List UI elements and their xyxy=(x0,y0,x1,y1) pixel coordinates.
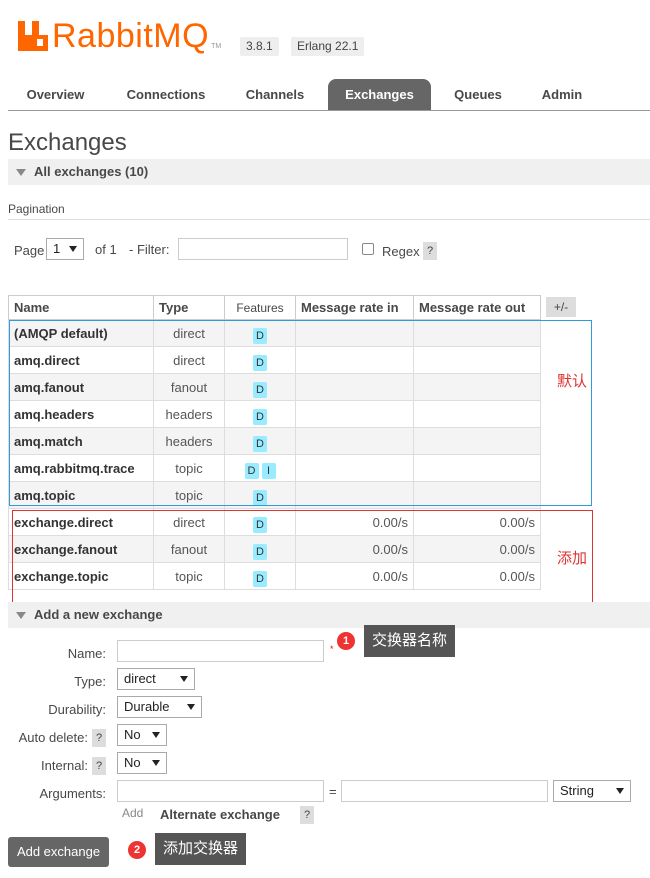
auto-delete-select-value: No xyxy=(124,727,141,742)
tab-connections[interactable]: Connections xyxy=(111,79,221,110)
durability-select[interactable]: Durable xyxy=(117,696,202,718)
alternate-exchange-link[interactable]: Alternate exchange xyxy=(160,807,280,822)
page-label: Page xyxy=(14,243,45,258)
add-argument-link[interactable]: Add xyxy=(122,806,143,820)
tab-exchanges[interactable]: Exchanges xyxy=(328,79,431,110)
regex-label: Regex xyxy=(382,244,420,259)
columns-toggle-button[interactable]: +/- xyxy=(546,297,576,317)
caret-down-icon xyxy=(180,676,188,682)
auto-delete-help-button[interactable]: ? xyxy=(92,729,106,747)
page-select-value: 1 xyxy=(53,241,61,256)
erlang-version-badge: Erlang 22.1 xyxy=(291,37,365,56)
all-exchanges-label: All exchanges (10) xyxy=(34,164,149,179)
internal-help-button[interactable]: ? xyxy=(92,757,106,775)
auto-delete-label: Auto delete: xyxy=(18,730,88,745)
collapse-triangle-icon xyxy=(16,612,26,619)
divider xyxy=(8,219,650,220)
argument-type-select[interactable]: String xyxy=(553,780,631,802)
main-nav: Overview Connections Channels Exchanges … xyxy=(8,79,650,111)
argument-equals: = xyxy=(329,784,337,799)
add-exchange-toggle[interactable]: Add a new exchange xyxy=(8,602,650,628)
caret-down-icon xyxy=(69,246,77,252)
trademark: TM xyxy=(211,43,222,50)
alternate-exchange-help-button[interactable]: ? xyxy=(300,806,314,824)
logo-text: RabbitMQ xyxy=(52,17,210,55)
step-badge-1: 1 xyxy=(337,632,355,650)
add-callout: 添加交换器 xyxy=(155,833,247,865)
durability-label: Durability: xyxy=(48,702,106,717)
version-badge: 3.8.1 xyxy=(240,37,279,56)
regex-checkbox[interactable] xyxy=(362,243,374,255)
page-of-label: of 1 xyxy=(95,242,117,257)
rabbitmq-logo[interactable]: RabbitMQ TM xyxy=(18,18,221,54)
pagination-heading: Pagination xyxy=(8,202,65,216)
col-rate-out[interactable]: Message rate out xyxy=(413,295,541,320)
type-select[interactable]: direct xyxy=(117,668,195,690)
internal-select-value: No xyxy=(124,755,141,770)
exchange-name-input[interactable] xyxy=(117,640,324,662)
filter-input[interactable] xyxy=(178,238,348,260)
col-rate-in[interactable]: Message rate in xyxy=(295,295,414,320)
col-name[interactable]: Name xyxy=(8,295,154,320)
collapse-triangle-icon xyxy=(16,169,26,176)
all-exchanges-toggle[interactable]: All exchanges (10) xyxy=(8,159,650,185)
col-type[interactable]: Type xyxy=(153,295,225,320)
type-select-value: direct xyxy=(124,671,156,686)
tab-admin[interactable]: Admin xyxy=(526,79,598,110)
added-exchanges-highlight xyxy=(12,510,593,605)
rabbit-icon xyxy=(18,21,48,51)
durability-select-value: Durable xyxy=(124,699,170,714)
page-select[interactable]: 1 xyxy=(46,238,84,260)
internal-label: Internal: xyxy=(41,758,88,773)
caret-down-icon xyxy=(187,704,195,710)
internal-select[interactable]: No xyxy=(117,752,167,774)
default-exchanges-highlight xyxy=(9,320,592,506)
argument-key-input[interactable] xyxy=(117,780,324,802)
type-label: Type: xyxy=(74,674,106,689)
step-badge-2: 2 xyxy=(128,841,146,859)
page-title: Exchanges xyxy=(8,129,127,156)
table-header-row: Name Type Features Message rate in Messa… xyxy=(8,295,541,320)
tab-queues[interactable]: Queues xyxy=(440,79,516,110)
regex-help-button[interactable]: ? xyxy=(423,242,437,260)
default-annotation-label: 默认 xyxy=(557,373,588,390)
name-label: Name: xyxy=(67,646,106,661)
argument-type-value: String xyxy=(560,783,594,798)
col-features: Features xyxy=(224,295,296,320)
tab-overview[interactable]: Overview xyxy=(8,79,103,110)
add-exchange-button[interactable]: Add exchange xyxy=(8,837,109,867)
caret-down-icon xyxy=(616,788,624,794)
added-annotation-label: 添加 xyxy=(557,550,588,567)
auto-delete-select[interactable]: No xyxy=(117,724,167,746)
name-callout: 交换器名称 xyxy=(364,625,456,657)
filter-label: - Filter: xyxy=(129,242,170,257)
caret-down-icon xyxy=(152,760,160,766)
caret-down-icon xyxy=(152,732,160,738)
argument-value-input[interactable] xyxy=(341,780,548,802)
required-marker: * xyxy=(330,644,334,654)
tab-channels[interactable]: Channels xyxy=(230,79,320,110)
add-exchange-heading: Add a new exchange xyxy=(34,607,163,622)
arguments-label: Arguments: xyxy=(39,786,106,801)
